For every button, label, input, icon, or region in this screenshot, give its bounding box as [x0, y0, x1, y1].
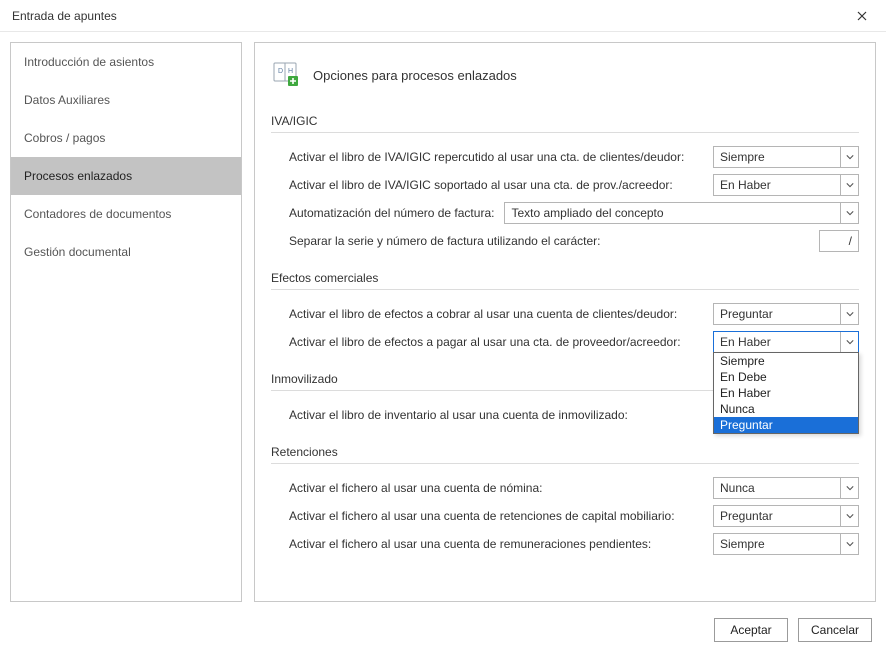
section-title-iva: IVA/IGIC	[271, 108, 859, 133]
combo-efectos-pagar[interactable]: En Haber	[713, 331, 859, 353]
combo-value: Siempre	[714, 537, 840, 551]
combo-value: Preguntar	[714, 509, 840, 523]
sidebar-item-label: Cobros / pagos	[24, 131, 105, 145]
window-title: Entrada de apuntes	[12, 9, 117, 23]
sidebar-item-contadores[interactable]: Contadores de documentos	[11, 195, 241, 233]
row-iva-repercutido: Activar el libro de IVA/IGIC repercutido…	[271, 143, 859, 171]
dialog-footer: Aceptar Cancelar	[0, 610, 886, 650]
chevron-down-icon	[840, 534, 858, 554]
section-title-efectos: Efectos comerciales	[271, 265, 859, 290]
input-separador-serie[interactable]	[819, 230, 859, 252]
row-efectos-cobrar: Activar el libro de efectos a cobrar al …	[271, 300, 859, 328]
dropdown-option[interactable]: Siempre	[714, 353, 858, 369]
combo-value: Preguntar	[714, 307, 840, 321]
sidebar-item-label: Gestión documental	[24, 245, 131, 259]
page-header: D H Opciones para procesos enlazados	[273, 61, 859, 90]
combo-reten-nomina[interactable]: Nunca	[713, 477, 859, 499]
sidebar-item-gestion-documental[interactable]: Gestión documental	[11, 233, 241, 271]
field-label: Activar el libro de inventario al usar u…	[289, 408, 628, 422]
field-label: Activar el libro de efectos a pagar al u…	[289, 335, 681, 349]
combo-value: Siempre	[714, 150, 840, 164]
button-label: Aceptar	[730, 623, 771, 637]
close-button[interactable]	[848, 2, 876, 30]
row-reten-nomina: Activar el fichero al usar una cuenta de…	[271, 474, 859, 502]
chevron-down-icon	[840, 332, 858, 352]
chevron-down-icon	[840, 203, 858, 223]
combo-efectos-cobrar[interactable]: Preguntar	[713, 303, 859, 325]
field-label: Activar el fichero al usar una cuenta de…	[289, 481, 542, 495]
sidebar-item-introduccion[interactable]: Introducción de asientos	[11, 43, 241, 81]
field-label: Separar la serie y número de factura uti…	[289, 234, 601, 248]
close-icon	[857, 11, 867, 21]
content-panel: D H Opciones para procesos enlazados IVA…	[254, 42, 876, 602]
titlebar: Entrada de apuntes	[0, 0, 886, 32]
field-label: Activar el libro de IVA/IGIC repercutido…	[289, 150, 684, 164]
sidebar-item-label: Contadores de documentos	[24, 207, 171, 221]
svg-text:H: H	[288, 68, 293, 75]
dropdown-list-efectos-pagar[interactable]: SiempreEn DebeEn HaberNuncaPreguntar	[713, 352, 859, 434]
row-iva-separador: Separar la serie y número de factura uti…	[271, 227, 859, 255]
field-label: Activar el fichero al usar una cuenta de…	[289, 509, 675, 523]
row-reten-capital: Activar el fichero al usar una cuenta de…	[271, 502, 859, 530]
chevron-down-icon	[840, 506, 858, 526]
chevron-down-icon	[840, 304, 858, 324]
field-label: Activar el fichero al usar una cuenta de…	[289, 537, 651, 551]
dropdown-option[interactable]: En Haber	[714, 385, 858, 401]
field-label: Automatización del número de factura:	[289, 206, 494, 220]
sidebar: Introducción de asientos Datos Auxiliare…	[10, 42, 242, 602]
ledger-icon: D H	[273, 61, 299, 90]
page-title: Opciones para procesos enlazados	[313, 68, 517, 83]
combo-automatizacion-factura[interactable]: Texto ampliado del concepto	[504, 202, 859, 224]
section-title-retenciones: Retenciones	[271, 439, 859, 464]
dialog-body: Introducción de asientos Datos Auxiliare…	[0, 32, 886, 610]
sidebar-item-datos-auxiliares[interactable]: Datos Auxiliares	[11, 81, 241, 119]
combo-value: En Haber	[714, 178, 840, 192]
dropdown-option[interactable]: En Debe	[714, 369, 858, 385]
field-label: Activar el libro de IVA/IGIC soportado a…	[289, 178, 673, 192]
row-iva-soportado: Activar el libro de IVA/IGIC soportado a…	[271, 171, 859, 199]
field-label: Activar el libro de efectos a cobrar al …	[289, 307, 677, 321]
chevron-down-icon	[840, 147, 858, 167]
chevron-down-icon	[840, 478, 858, 498]
dropdown-option[interactable]: Preguntar	[714, 417, 858, 433]
chevron-down-icon	[840, 175, 858, 195]
combo-reten-capital[interactable]: Preguntar	[713, 505, 859, 527]
combo-value: Nunca	[714, 481, 840, 495]
accept-button[interactable]: Aceptar	[714, 618, 788, 642]
sidebar-item-label: Introducción de asientos	[24, 55, 154, 69]
dropdown-option[interactable]: Nunca	[714, 401, 858, 417]
button-label: Cancelar	[811, 623, 859, 637]
combo-reten-remuneraciones[interactable]: Siempre	[713, 533, 859, 555]
combo-iva-soportado[interactable]: En Haber	[713, 174, 859, 196]
cancel-button[interactable]: Cancelar	[798, 618, 872, 642]
sidebar-item-label: Datos Auxiliares	[24, 93, 110, 107]
combo-value: Texto ampliado del concepto	[505, 206, 840, 220]
sidebar-item-label: Procesos enlazados	[24, 169, 132, 183]
sidebar-item-cobros-pagos[interactable]: Cobros / pagos	[11, 119, 241, 157]
sidebar-item-procesos-enlazados[interactable]: Procesos enlazados	[11, 157, 241, 195]
row-reten-remuneraciones: Activar el fichero al usar una cuenta de…	[271, 530, 859, 558]
combo-iva-repercutido[interactable]: Siempre	[713, 146, 859, 168]
row-efectos-pagar: Activar el libro de efectos a pagar al u…	[271, 328, 859, 356]
combo-value: En Haber	[714, 335, 840, 349]
svg-text:D: D	[278, 68, 283, 75]
row-iva-automatizacion: Automatización del número de factura: Te…	[271, 199, 859, 227]
